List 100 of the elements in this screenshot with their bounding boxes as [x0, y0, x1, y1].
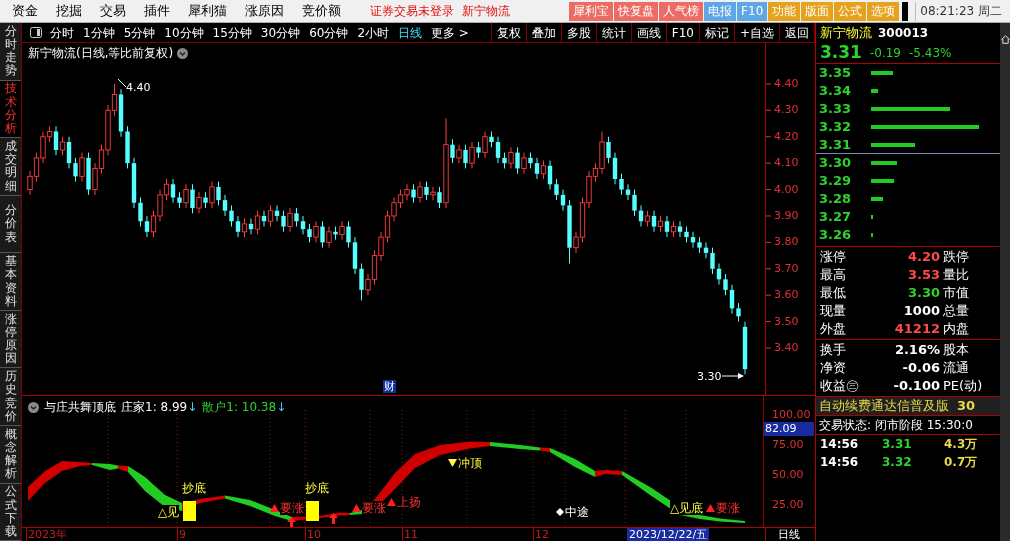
stat-label: 跌停: [943, 248, 969, 267]
candlestick: [300, 215, 306, 235]
side-tab[interactable]: 历史竞价: [0, 368, 21, 426]
period-tab[interactable]: 日线: [398, 23, 423, 42]
stat-value: 3.53: [906, 266, 940, 285]
candlestick: [554, 178, 559, 201]
volume-bar: [871, 161, 897, 165]
candlestick: [651, 210, 657, 233]
tool-button[interactable]: 复权: [491, 23, 527, 42]
candlestick: [307, 223, 312, 243]
menu-item[interactable]: 插件: [135, 1, 179, 21]
menu-item[interactable]: 竞价额: [293, 1, 350, 21]
signal-label: 要涨: [362, 501, 386, 515]
period-tab[interactable]: 60分钟: [309, 23, 349, 42]
candlestick: [287, 207, 293, 233]
tool-button[interactable]: 标记: [699, 23, 735, 42]
candlestick: [346, 220, 351, 249]
tick-mark: [766, 83, 772, 85]
candlestick: [235, 215, 241, 238]
stat-value: -0.100: [892, 377, 940, 396]
status-light: [902, 1, 909, 21]
side-tab[interactable]: 技术分析: [0, 80, 21, 139]
tick-mark: [766, 189, 772, 191]
promo-banner[interactable]: 自动续费通达信普及版 30: [816, 396, 1000, 416]
candlestick: [254, 210, 261, 235]
candlestick: [320, 220, 325, 249]
candlestick: [79, 152, 85, 183]
candlestick: [66, 136, 72, 169]
stat-label: 量比: [943, 266, 969, 285]
tool-button[interactable]: 统计: [596, 23, 632, 42]
side-tab[interactable]: 分时走势: [0, 23, 21, 81]
cursor-date: 2023/12/22/五: [627, 528, 710, 541]
volume-bar: [871, 89, 878, 93]
period-tab[interactable]: 15分钟: [212, 23, 252, 42]
period-tab[interactable]: 1分钟: [83, 23, 115, 42]
candlestick: [229, 204, 234, 228]
menu-item[interactable]: 犀利猫: [179, 1, 236, 21]
side-tab[interactable]: 公式下载: [0, 483, 21, 542]
candlestick: [430, 186, 436, 201]
diamond-icon: [556, 508, 564, 516]
tool-button[interactable]: 叠加: [526, 23, 562, 42]
menu-item[interactable]: 交易: [91, 1, 135, 21]
candlestick: [606, 136, 611, 164]
period-tab[interactable]: 5分钟: [123, 23, 156, 42]
tool-button[interactable]: 返回: [780, 23, 815, 42]
candlestick: [53, 125, 59, 156]
menu-item[interactable]: 涨原因: [236, 1, 293, 21]
date-label: 2023年: [26, 528, 67, 541]
candlestick: [294, 207, 299, 228]
stat-label: 换手: [820, 341, 847, 360]
candlestick: [619, 173, 624, 196]
order-price: 3.32: [819, 118, 853, 137]
tool-button[interactable]: F10: [666, 23, 700, 42]
candlestick: [632, 189, 637, 217]
side-tab[interactable]: 分价表: [0, 195, 21, 254]
signal-label: 抄底: [305, 481, 329, 495]
candlestick: [540, 160, 547, 180]
candlestick: [222, 194, 228, 217]
panel-toggle-icon[interactable]: [30, 27, 42, 38]
candlestick: [521, 152, 527, 175]
signal-label: 中途: [565, 505, 589, 519]
period-tab[interactable]: 分时: [50, 23, 74, 42]
axis-label: 3.90: [774, 208, 799, 223]
dropdown-icon: [177, 47, 189, 59]
volume-bar: [871, 179, 894, 183]
home-icon[interactable]: [1000, 35, 1010, 44]
tool-button[interactable]: 多股: [561, 23, 597, 42]
menu-item[interactable]: 资金: [0, 1, 47, 21]
candlestick: [450, 138, 455, 164]
candlestick: [170, 178, 176, 204]
current-value-label: 82.09: [764, 422, 814, 436]
tick-mark: [766, 347, 772, 349]
candlestick: [73, 157, 78, 183]
leader-line: [721, 373, 744, 379]
tool-button[interactable]: 画线: [631, 23, 667, 42]
candlestick: [411, 183, 416, 204]
menu-item[interactable]: 挖掘: [47, 1, 91, 21]
period-tab[interactable]: 更多 >: [431, 23, 469, 42]
indicator-value: 散户1: 10.38↓: [202, 399, 287, 416]
tool-button[interactable]: +自选: [734, 23, 780, 42]
period-tab[interactable]: 2小时: [357, 23, 390, 42]
side-tab[interactable]: 基本资料: [0, 253, 21, 311]
event-marker[interactable]: 财: [383, 380, 396, 393]
up-triangle-icon: [387, 498, 396, 506]
side-tab[interactable]: 概念解析: [0, 425, 21, 484]
tick-mark: [766, 136, 772, 138]
period-tab[interactable]: 30分钟: [260, 23, 301, 42]
stat-label: PE(动): [943, 377, 983, 396]
stat-label: 内盘: [943, 320, 969, 339]
axis-label: 4.20: [774, 129, 799, 144]
side-tab[interactable]: 成交明细: [0, 138, 21, 196]
side-tab[interactable]: 涨停原因: [0, 310, 21, 369]
candlestick: [508, 146, 514, 169]
up-triangle-icon: [706, 504, 715, 512]
date-label: 12: [533, 528, 549, 541]
stat-label: 净资: [820, 359, 847, 378]
axis-label: 25.00: [772, 498, 804, 512]
axis-label: 3.80: [774, 235, 799, 250]
stat-label: 涨停: [820, 248, 847, 267]
period-tab[interactable]: 10分钟: [164, 23, 204, 42]
